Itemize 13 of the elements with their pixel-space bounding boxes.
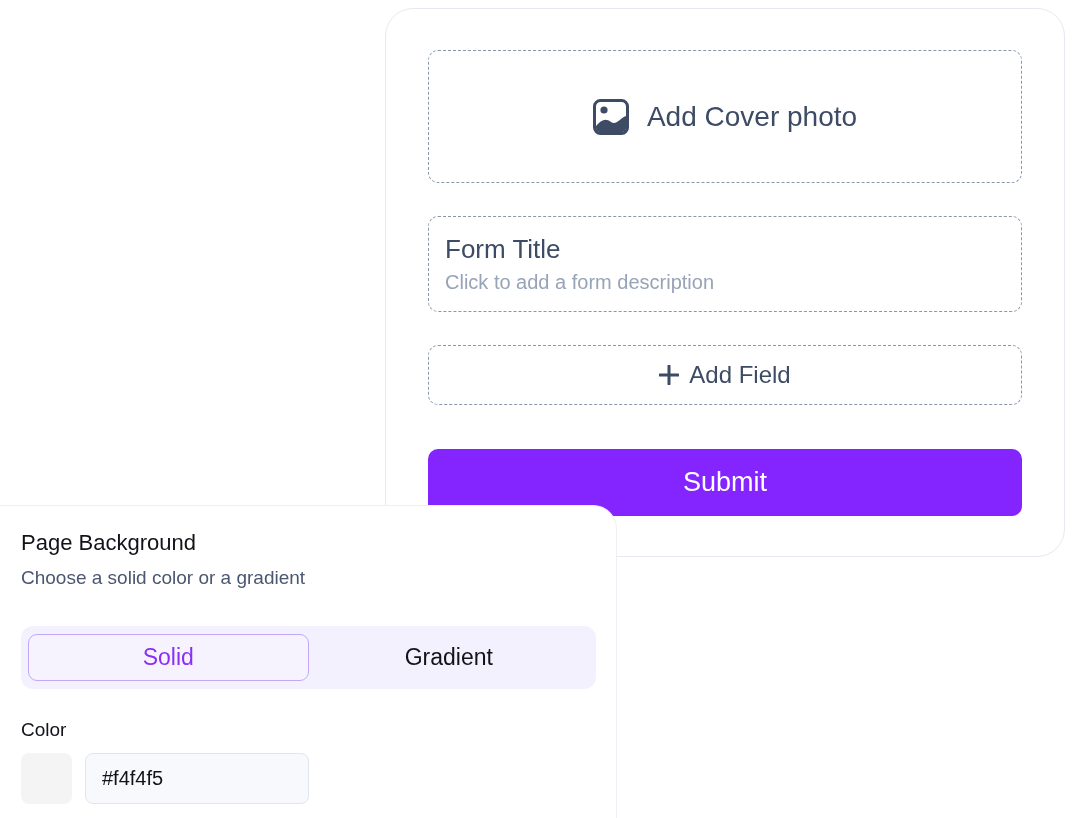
form-title[interactable]: Form Title [445, 233, 561, 265]
color-label: Color [21, 718, 67, 742]
plus-icon [659, 365, 680, 385]
panel-title: Page Background [21, 529, 196, 557]
background-type-tab[interactable]: Gradient [308, 634, 589, 681]
add-field-button[interactable]: Add Field [428, 345, 1022, 405]
color-input-field[interactable]: #f4f4f5 [85, 753, 309, 804]
form-description-field[interactable]: Click to add a form description [445, 269, 745, 295]
submit-button[interactable]: Submit [428, 449, 1022, 516]
panel-subtitle: Choose a solid color or a gradient [21, 566, 306, 590]
image-icon [592, 98, 629, 135]
add-cover-photo-button[interactable]: Add Cover photo [428, 50, 1022, 183]
background-type-tab[interactable]: Solid [28, 634, 309, 681]
